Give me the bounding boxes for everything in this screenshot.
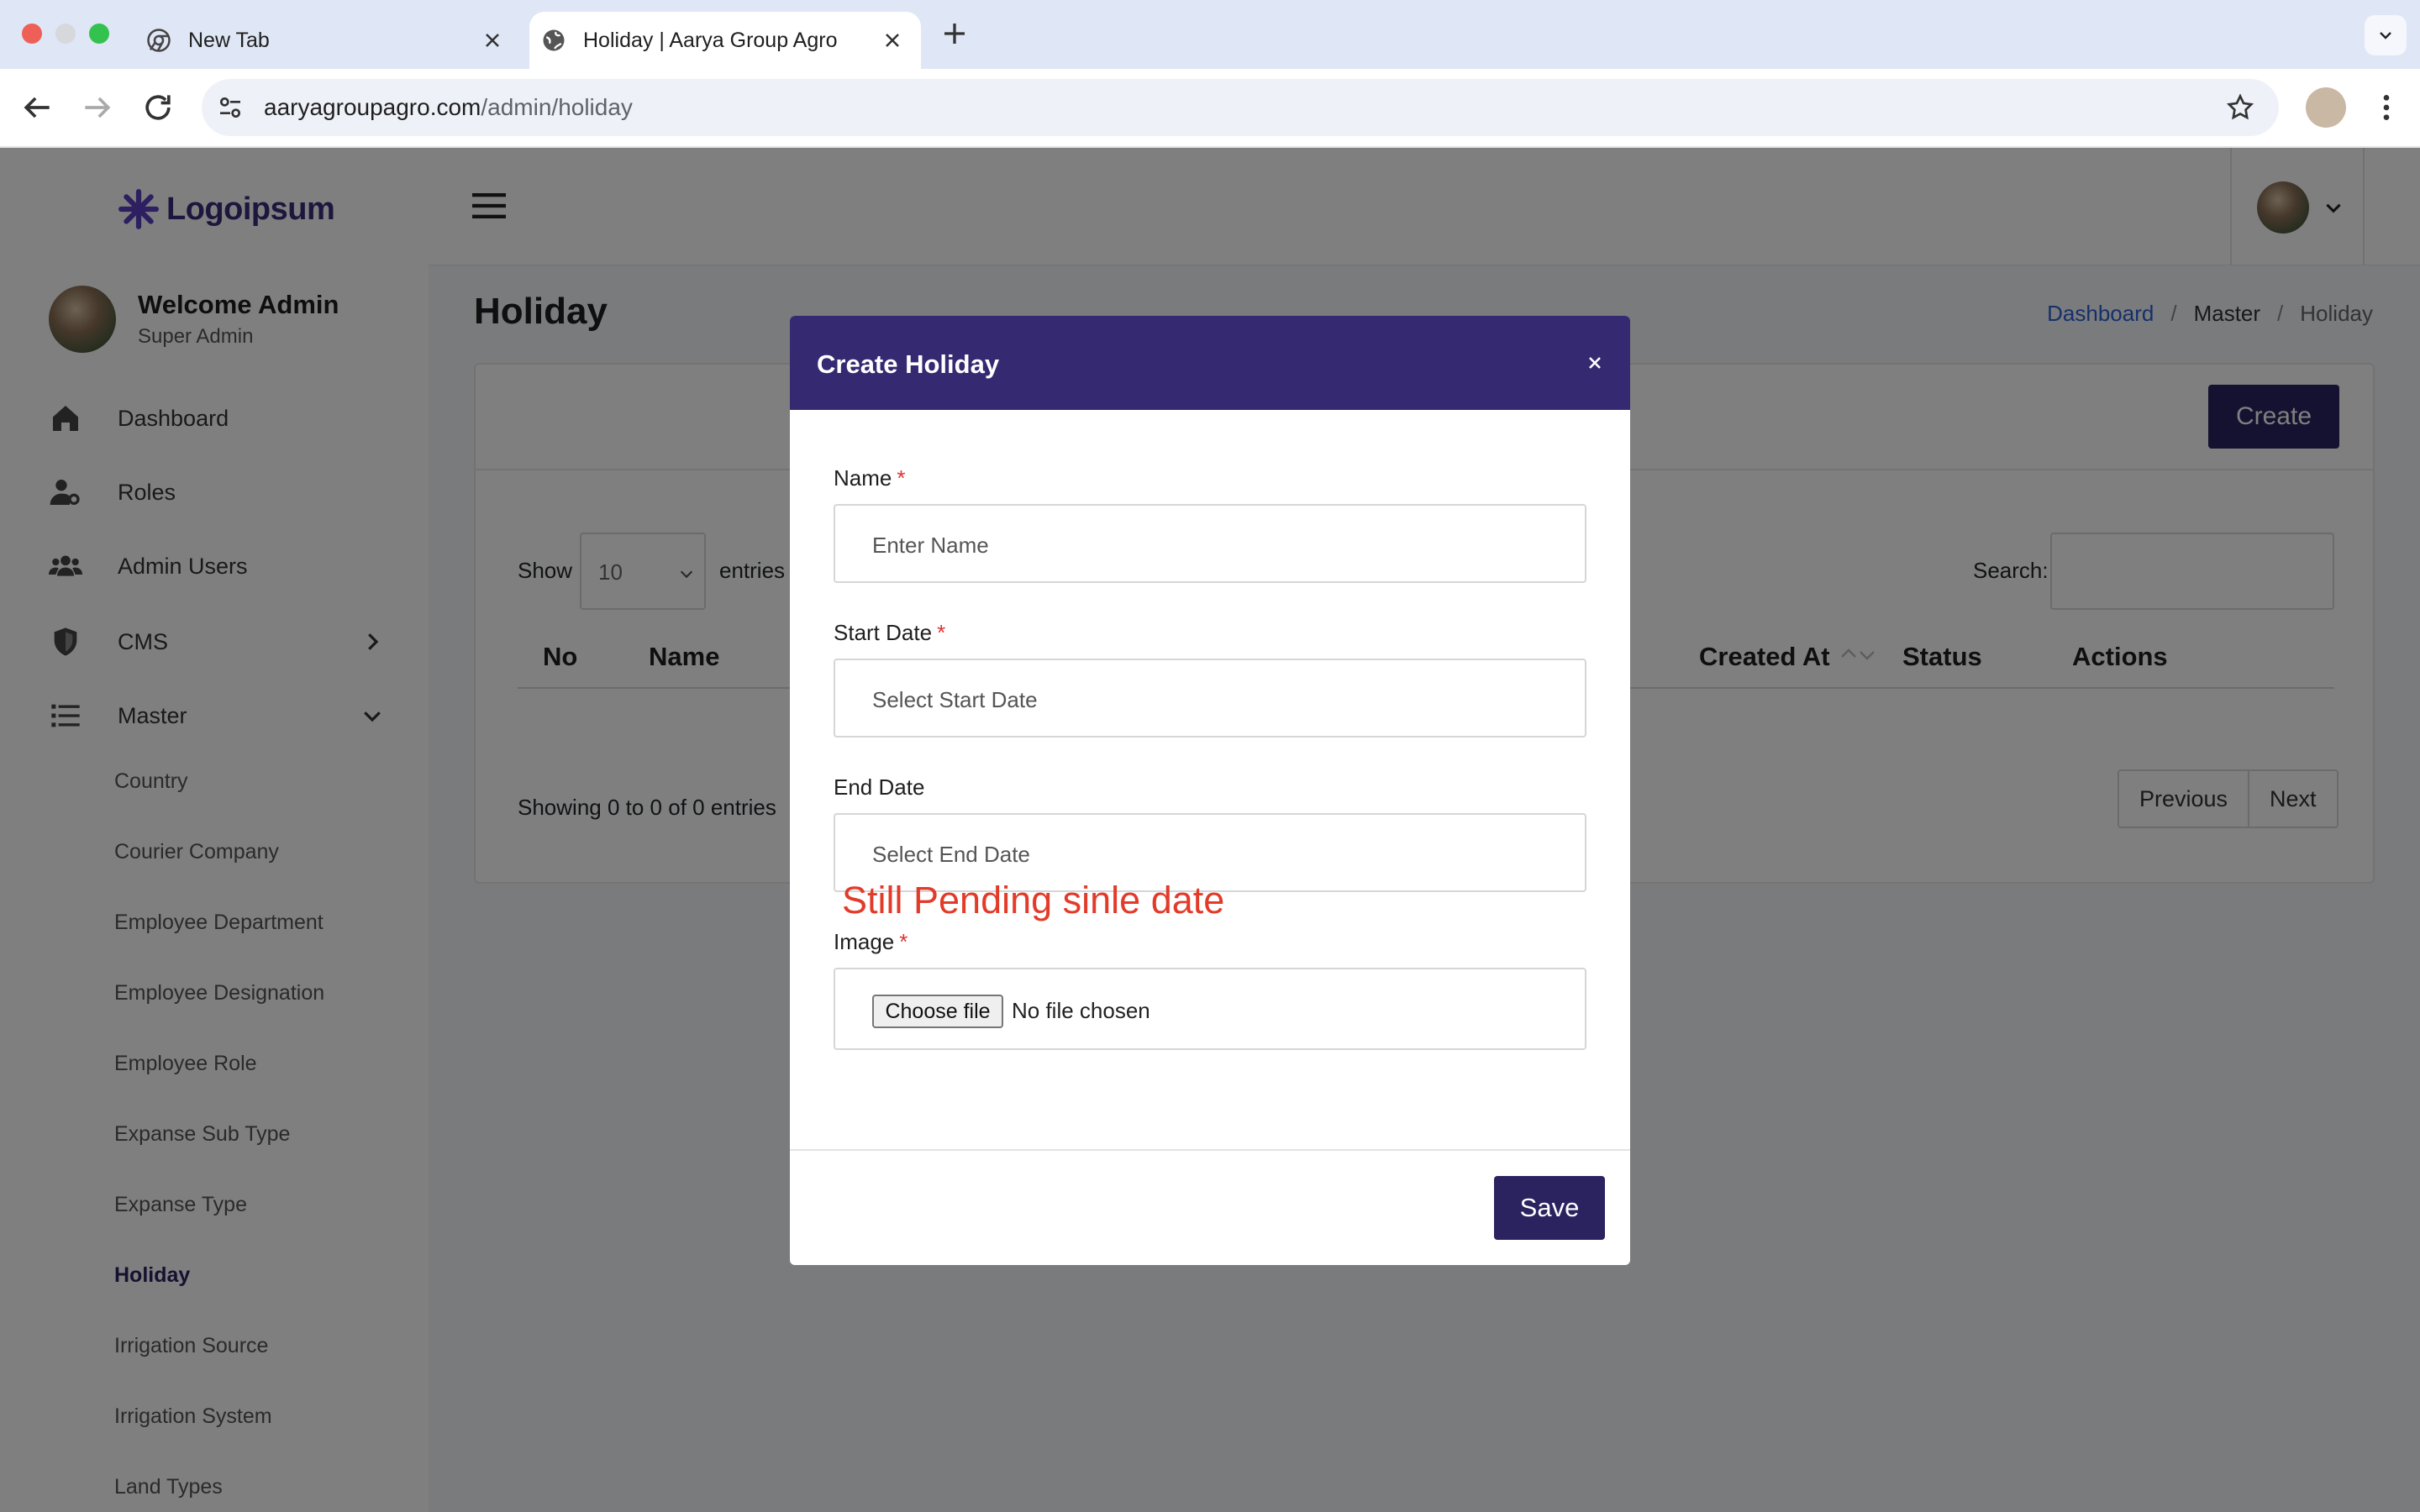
close-tab-icon[interactable] (481, 29, 504, 52)
chevron-down-icon (2380, 32, 2391, 39)
browser-tab-holiday[interactable]: Holiday | Aarya Group Agro (529, 12, 921, 69)
modal-footer-divider (790, 1149, 1630, 1151)
end-date-placeholder: Select End Date (872, 842, 1030, 867)
new-tab-plus-icon[interactable] (939, 18, 970, 49)
tab-search-button[interactable] (2365, 15, 2407, 55)
more-options-icon[interactable] (2370, 89, 2403, 126)
site-settings-icon[interactable] (217, 94, 244, 121)
name-placeholder: Enter Name (872, 533, 989, 558)
browser-toolbar: aaryagroupagro.com/admin/holiday (0, 69, 2420, 148)
create-holiday-modal: Create Holiday Name * Enter Name Start Da… (790, 316, 1630, 1265)
forward-arrow-icon[interactable] (79, 89, 116, 126)
window-close-button[interactable] (22, 24, 42, 44)
browser-profile-avatar[interactable] (2306, 87, 2346, 128)
image-file-input: Choose file No file chosen (834, 968, 1586, 1050)
close-tab-icon[interactable] (881, 29, 904, 52)
start-date-input[interactable]: Select Start Date (834, 659, 1586, 738)
tab-title: Holiday | Aarya Group Agro (583, 28, 838, 52)
window-maximize-button[interactable] (89, 24, 109, 44)
save-button[interactable]: Save (1494, 1176, 1605, 1240)
start-date-label: Start Date * (834, 620, 946, 645)
start-date-placeholder: Select Start Date (872, 687, 1038, 712)
modal-header: Create Holiday (790, 316, 1630, 410)
file-status-text: No file chosen (1012, 998, 1150, 1023)
globe-icon (543, 29, 565, 51)
end-date-label: End Date (834, 774, 925, 800)
bookmark-star-icon[interactable] (2225, 92, 2255, 123)
name-input[interactable]: Enter Name (834, 504, 1586, 583)
name-label: Name * (834, 465, 906, 491)
address-bar[interactable]: aaryagroupagro.com/admin/holiday (202, 79, 2279, 136)
annotation-note: Still Pending sinle date (842, 879, 1225, 921)
browser-tab-bar: New Tab Holiday | Aarya Group Agro (0, 0, 2420, 69)
image-label: Image * (834, 929, 908, 954)
reload-icon[interactable] (139, 89, 176, 126)
chrome-icon (147, 29, 171, 52)
url-text: aaryagroupagro.com/admin/holiday (264, 94, 633, 120)
close-icon[interactable] (1585, 353, 1605, 373)
window-minimize-button[interactable] (55, 24, 76, 44)
browser-tab-new-tab[interactable]: New Tab (134, 12, 521, 69)
modal-title: Create Holiday (817, 349, 1000, 379)
tab-title: New Tab (188, 28, 270, 52)
back-arrow-icon[interactable] (18, 89, 55, 126)
choose-file-button[interactable]: Choose file (872, 995, 1003, 1028)
